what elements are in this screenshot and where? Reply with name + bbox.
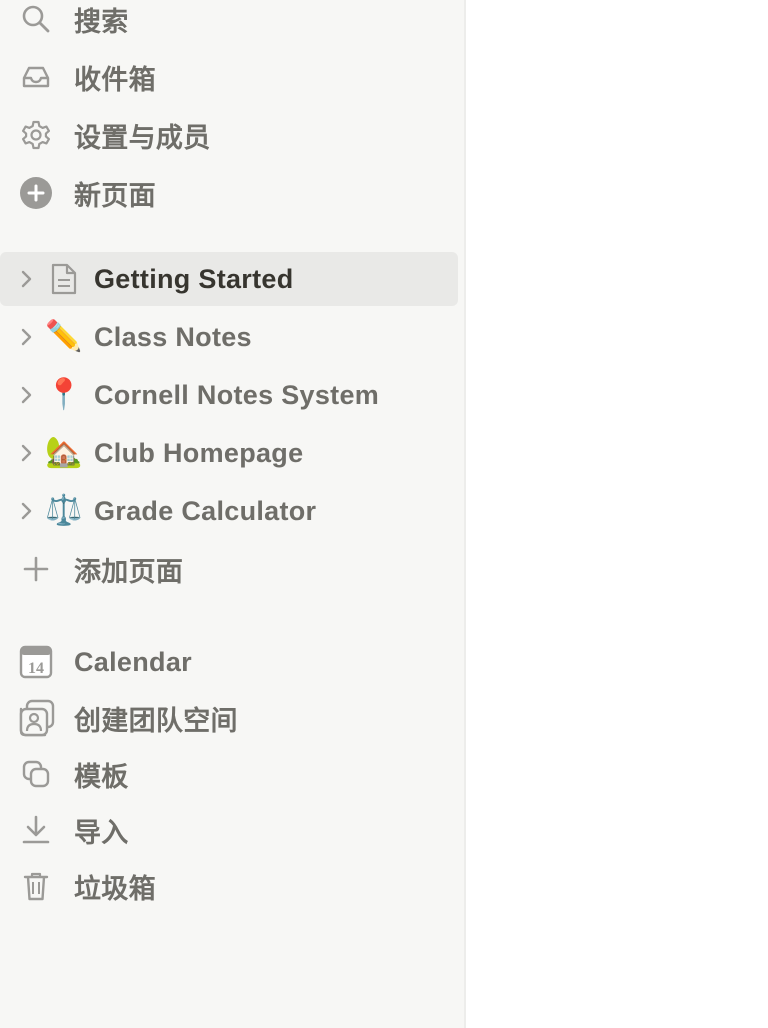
add-page-button[interactable]: 添加页面 [0,542,458,596]
scales-emoji: ⚖️ [45,494,83,527]
sidebar-item-settings[interactable]: 设置与成员 [0,108,458,162]
sidebar-item-trash[interactable]: 垃圾箱 [0,859,458,913]
sidebar-item-label: 创建团队空间 [74,705,238,736]
main-content [466,0,768,1028]
sidebar-item-calendar[interactable]: 14 Calendar [0,635,458,689]
trash-icon [16,866,56,906]
page-label: Grade Calculator [94,495,317,526]
page-item-class-notes[interactable]: ✏️ Class Notes [0,310,458,364]
sidebar-item-new-page[interactable]: 新页面 [0,166,458,220]
chevron-right-icon[interactable] [14,433,40,473]
chevron-right-icon[interactable] [14,491,40,531]
chevron-right-icon[interactable] [14,317,40,357]
chevron-right-icon[interactable] [14,259,40,299]
page-label: Club Homepage [94,437,304,468]
page-item-cornell-notes[interactable]: 📍 Cornell Notes System [0,368,458,422]
pushpin-emoji: 📍 [45,378,83,411]
sidebar-item-import[interactable]: 导入 [0,803,458,857]
pencil-emoji: ✏️ [45,320,83,353]
import-icon [16,810,56,850]
sidebar-item-label: 垃圾箱 [74,873,156,904]
calendar-day: 14 [28,660,44,677]
page-label: Getting Started [94,263,294,294]
sidebar-item-label: 模板 [74,761,129,792]
inbox-icon [16,57,56,97]
sidebar-item-create-teamspace[interactable]: 创建团队空间 [0,691,458,745]
sidebar-item-templates[interactable]: 模板 [0,747,458,801]
page-item-club-homepage[interactable]: 🏡 Club Homepage [0,426,458,480]
sidebar: 搜索 收件箱 设置与成员 新页面 Getting Started ✏️ Clas… [0,0,466,1028]
sidebar-item-inbox[interactable]: 收件箱 [0,50,458,104]
sidebar-item-search[interactable]: 搜索 [0,0,458,46]
sidebar-item-label: 设置与成员 [74,122,211,153]
page-item-grade-calculator[interactable]: ⚖️ Grade Calculator [0,484,458,538]
chevron-right-icon[interactable] [14,375,40,415]
gear-icon [16,115,56,155]
plus-circle-icon [16,173,56,213]
page-item-getting-started[interactable]: Getting Started [0,252,458,306]
page-icon [44,259,84,299]
sidebar-item-label: 导入 [74,817,129,848]
sidebar-item-label: Calendar [74,646,192,677]
sidebar-item-label: 新页面 [74,180,156,211]
page-label: Class Notes [94,321,252,352]
page-label: Cornell Notes System [94,379,380,410]
house-emoji: 🏡 [45,436,83,469]
plus-icon [16,549,56,589]
sidebar-item-label: 搜索 [74,6,129,37]
templates-icon [16,754,56,794]
sidebar-item-label: 收件箱 [74,64,156,95]
search-icon [16,0,56,39]
calendar-icon: 14 [16,642,56,682]
teamspace-icon [16,698,56,738]
add-page-label: 添加页面 [74,556,184,587]
